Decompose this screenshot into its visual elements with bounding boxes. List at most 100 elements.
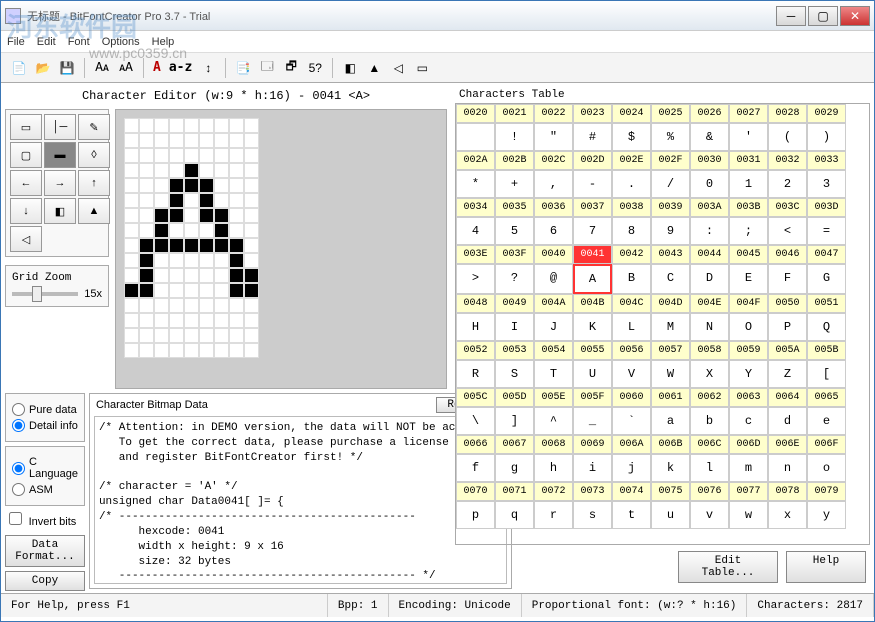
char-code-header[interactable]: 002A <box>456 151 495 170</box>
pixel-cell[interactable] <box>244 253 259 268</box>
new-icon[interactable]: 📄 <box>9 58 29 78</box>
pixel-cell[interactable] <box>229 118 244 133</box>
char-code-header[interactable]: 003B <box>729 198 768 217</box>
pixel-cell[interactable] <box>244 193 259 208</box>
char-code-header[interactable]: 0024 <box>612 104 651 123</box>
pixel-cell[interactable] <box>169 283 184 298</box>
pixel-cell[interactable] <box>199 343 214 358</box>
pixel-cell[interactable] <box>184 208 199 223</box>
char-code-header[interactable]: 0052 <box>456 341 495 360</box>
char-cell[interactable]: C <box>651 264 690 294</box>
pixel-cell[interactable] <box>154 298 169 313</box>
pixel-cell[interactable] <box>244 178 259 193</box>
char-code-header[interactable]: 006A <box>612 435 651 454</box>
char-cell[interactable]: @ <box>534 264 573 294</box>
pixel-cell[interactable] <box>229 283 244 298</box>
char-cell[interactable]: x <box>768 501 807 529</box>
pixel-cell[interactable] <box>139 268 154 283</box>
char-code-header[interactable]: 0025 <box>651 104 690 123</box>
pixel-cell[interactable] <box>184 253 199 268</box>
char-code-header[interactable]: 0065 <box>807 388 846 407</box>
invert-icon[interactable]: ◧ <box>340 58 360 78</box>
char-code-header[interactable]: 0071 <box>495 482 534 501</box>
pixel-cell[interactable] <box>199 298 214 313</box>
pixel-cell[interactable] <box>199 313 214 328</box>
pixel-cell[interactable] <box>169 178 184 193</box>
minimize-button[interactable]: ─ <box>776 6 806 26</box>
char-code-header[interactable]: 006E <box>768 435 807 454</box>
char-code-header[interactable]: 0021 <box>495 104 534 123</box>
char-code-header[interactable]: 0068 <box>534 435 573 454</box>
pixel-cell[interactable] <box>184 298 199 313</box>
char-code-header[interactable]: 0062 <box>690 388 729 407</box>
pixel-cell[interactable] <box>124 298 139 313</box>
pixel-cell[interactable] <box>154 208 169 223</box>
char-code-header[interactable]: 0038 <box>612 198 651 217</box>
char-code-header[interactable]: 0044 <box>690 245 729 264</box>
char-code-header[interactable]: 0054 <box>534 341 573 360</box>
char-cell[interactable]: T <box>534 360 573 388</box>
menu-help[interactable]: Help <box>152 36 175 48</box>
char-cell[interactable]: _ <box>573 407 612 435</box>
char-code-header[interactable]: 0058 <box>690 341 729 360</box>
char-cell[interactable]: J <box>534 313 573 341</box>
char-cell[interactable]: a <box>651 407 690 435</box>
char-cell[interactable]: K <box>573 313 612 341</box>
char-cell[interactable]: " <box>534 123 573 151</box>
pixel-cell[interactable] <box>214 298 229 313</box>
pixel-cell[interactable] <box>214 268 229 283</box>
char-cell[interactable]: S <box>495 360 534 388</box>
pixel-cell[interactable] <box>154 343 169 358</box>
zoom-slider[interactable] <box>12 292 78 296</box>
rect-tool-icon[interactable]: ▢ <box>10 142 42 168</box>
char-code-header[interactable]: 0051 <box>807 294 846 313</box>
char-cell[interactable]: h <box>534 454 573 482</box>
single-char-icon[interactable]: A <box>151 60 163 75</box>
pixel-cell[interactable] <box>139 283 154 298</box>
char-code-header[interactable]: 0064 <box>768 388 807 407</box>
help-icon[interactable]: 5? <box>305 58 325 78</box>
char-cell[interactable]: $ <box>612 123 651 151</box>
pixel-cell[interactable] <box>184 343 199 358</box>
pixel-cell[interactable] <box>124 313 139 328</box>
char-cell[interactable]: Y <box>729 360 768 388</box>
char-cell[interactable]: 5 <box>495 217 534 245</box>
char-cell[interactable]: p <box>456 501 495 529</box>
char-cell[interactable]: I <box>495 313 534 341</box>
char-cell[interactable]: & <box>690 123 729 151</box>
char-code-header[interactable]: 0028 <box>768 104 807 123</box>
char-code-header[interactable]: 0053 <box>495 341 534 360</box>
import-font-icon[interactable]: 🗛 <box>92 58 112 78</box>
pixel-cell[interactable] <box>124 163 139 178</box>
import-ex-icon[interactable]: 🗚 <box>116 58 136 78</box>
pixel-cell[interactable] <box>244 223 259 238</box>
char-code-header[interactable]: 0039 <box>651 198 690 217</box>
data-format-button[interactable]: Data Format... <box>5 535 85 567</box>
pixel-cell[interactable] <box>169 343 184 358</box>
char-code-header[interactable]: 0026 <box>690 104 729 123</box>
pixel-cell[interactable] <box>139 193 154 208</box>
maximize-button[interactable]: ▢ <box>808 6 838 26</box>
char-code-header[interactable]: 0057 <box>651 341 690 360</box>
pixel-cell[interactable] <box>244 268 259 283</box>
pixel-cell[interactable] <box>124 223 139 238</box>
pixel-cell[interactable] <box>244 343 259 358</box>
char-code-header[interactable]: 0063 <box>729 388 768 407</box>
pixel-cell[interactable] <box>199 223 214 238</box>
pixel-cell[interactable] <box>184 283 199 298</box>
char-cell[interactable]: ( <box>768 123 807 151</box>
pixel-cell[interactable] <box>229 163 244 178</box>
pixel-cell[interactable] <box>154 178 169 193</box>
pure-data-radio[interactable]: Pure data <box>12 403 78 416</box>
char-code-header[interactable]: 003F <box>495 245 534 264</box>
char-cell[interactable]: L <box>612 313 651 341</box>
char-cell[interactable]: v <box>690 501 729 529</box>
char-cell[interactable] <box>456 123 495 151</box>
pixel-cell[interactable] <box>184 268 199 283</box>
pixel-cell[interactable] <box>139 223 154 238</box>
pixel-cell[interactable] <box>169 253 184 268</box>
close-button[interactable]: ✕ <box>840 6 870 26</box>
char-code-header[interactable]: 003E <box>456 245 495 264</box>
pixel-cell[interactable] <box>199 133 214 148</box>
char-code-header[interactable]: 0059 <box>729 341 768 360</box>
